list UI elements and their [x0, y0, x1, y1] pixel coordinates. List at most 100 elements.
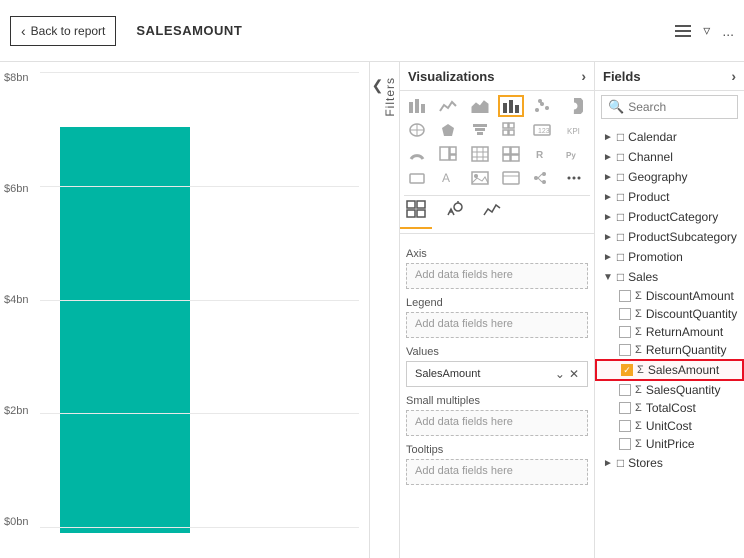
viz-line-icon[interactable]	[435, 95, 461, 117]
hamburger-menu-icon[interactable]	[675, 25, 691, 37]
field-group-header-geography[interactable]: ► □ Geography	[595, 167, 744, 187]
product-category-label: ProductCategory	[628, 210, 718, 224]
field-item-return-quantity[interactable]: Σ ReturnQuantity	[595, 341, 744, 359]
field-item-unit-price[interactable]: Σ UnitPrice	[595, 435, 744, 453]
channel-expand-icon: ►	[603, 152, 613, 163]
viz-panel-title: Visualizations	[408, 69, 494, 84]
viz-card-icon[interactable]: 123	[529, 119, 555, 141]
viz-decomp-icon[interactable]	[529, 167, 555, 189]
tab-analytics[interactable]	[476, 198, 508, 229]
y-label-6bn: $6bn	[4, 183, 28, 195]
return-amount-checkbox[interactable]	[619, 326, 631, 338]
more-options-icon[interactable]: ...	[722, 23, 734, 39]
viz-stacked-bar-icon[interactable]	[404, 95, 430, 117]
field-group-header-sales[interactable]: ▼ □ Sales	[595, 267, 744, 287]
bar-container	[40, 72, 190, 533]
svg-text:R: R	[536, 150, 544, 161]
back-label: Back to report	[31, 24, 106, 38]
viz-pie-icon[interactable]	[561, 95, 587, 117]
return-quantity-checkbox[interactable]	[619, 344, 631, 356]
unit-price-checkbox[interactable]	[619, 438, 631, 450]
viz-treemap-icon[interactable]	[435, 143, 461, 165]
legend-dropzone[interactable]: Add data fields here	[406, 312, 588, 338]
total-cost-name: TotalCost	[646, 401, 696, 415]
field-item-unit-cost[interactable]: Σ UnitCost	[595, 417, 744, 435]
return-amount-name: ReturnAmount	[646, 325, 723, 339]
total-cost-checkbox[interactable]	[619, 402, 631, 414]
viz-more-icon[interactable]	[561, 167, 587, 189]
filters-panel: ❮ Filters	[370, 62, 400, 558]
field-group-header-stores[interactable]: ► □ Stores	[595, 453, 744, 473]
viz-area-icon[interactable]	[467, 95, 493, 117]
viz-gauge-icon[interactable]	[404, 143, 430, 165]
tooltips-dropzone[interactable]: Add data fields here	[406, 459, 588, 485]
small-multiples-label: Small multiples	[406, 395, 588, 407]
product-table-icon: □	[617, 190, 624, 204]
viz-scatter-icon[interactable]	[529, 95, 555, 117]
viz-r-icon[interactable]: R	[529, 143, 555, 165]
return-amount-sigma: Σ	[635, 326, 642, 338]
viz-matrix2-icon[interactable]	[498, 143, 524, 165]
promotion-table-icon: □	[617, 250, 624, 264]
unit-cost-checkbox[interactable]	[619, 420, 631, 432]
stores-label: Stores	[628, 456, 663, 470]
field-item-sales-amount[interactable]: ✓ Σ SalesAmount	[595, 359, 744, 381]
filters-expand-icon[interactable]: ❮	[372, 77, 384, 94]
viz-matrix-icon[interactable]	[498, 119, 524, 141]
viz-bar-icon[interactable]	[498, 95, 524, 117]
field-group-header-product-subcategory[interactable]: ► □ ProductSubcategory	[595, 227, 744, 247]
field-item-discount-quantity[interactable]: Σ DiscountQuantity	[595, 305, 744, 323]
fields-list: ► □ Calendar ► □ Channel ► □ Geography	[595, 123, 744, 558]
calendar-label: Calendar	[628, 130, 677, 144]
field-item-return-amount[interactable]: Σ ReturnAmount	[595, 323, 744, 341]
filter-icon[interactable]: ▿	[703, 22, 710, 39]
viz-build-area: Axis Add data fields here Legend Add dat…	[400, 242, 594, 558]
back-to-report-button[interactable]: ‹ Back to report	[10, 16, 116, 46]
viz-table-icon[interactable]	[467, 143, 493, 165]
svg-text:KPI: KPI	[567, 127, 580, 136]
field-item-discount-amount[interactable]: Σ DiscountAmount	[595, 287, 744, 305]
field-item-sales-quantity[interactable]: Σ SalesQuantity	[595, 381, 744, 399]
sales-expand-icon: ▼	[603, 272, 613, 283]
field-group-header-promotion[interactable]: ► □ Promotion	[595, 247, 744, 267]
tab-format[interactable]	[438, 198, 470, 229]
y-label-0bn: $0bn	[4, 516, 28, 528]
values-clear[interactable]: ⌄ ✕	[555, 367, 579, 381]
viz-filled-map-icon[interactable]	[435, 119, 461, 141]
small-multiples-dropzone[interactable]: Add data fields here	[406, 410, 588, 436]
field-group-header-product-category[interactable]: ► □ ProductCategory	[595, 207, 744, 227]
viz-python-icon[interactable]: Py	[561, 143, 587, 165]
geography-table-icon: □	[617, 170, 624, 184]
tooltips-section: Tooltips Add data fields here	[406, 444, 588, 485]
filters-label: Filters	[383, 77, 397, 117]
field-item-total-cost[interactable]: Σ TotalCost	[595, 399, 744, 417]
toolbar-right: ▿ ...	[675, 22, 734, 39]
tooltips-label: Tooltips	[406, 444, 588, 456]
sales-quantity-checkbox[interactable]	[619, 384, 631, 396]
viz-funnel-icon[interactable]	[467, 119, 493, 141]
viz-text-icon[interactable]: A	[435, 167, 461, 189]
product-label: Product	[628, 190, 669, 204]
axis-dropzone[interactable]: Add data fields here	[406, 263, 588, 289]
discount-amount-checkbox[interactable]	[619, 290, 631, 302]
sales-amount-checkbox[interactable]: ✓	[621, 364, 633, 376]
field-title: SALESAMOUNT	[136, 23, 242, 38]
viz-panel-expand-icon[interactable]: ›	[581, 68, 586, 84]
discount-quantity-checkbox[interactable]	[619, 308, 631, 320]
product-subcategory-table-icon: □	[617, 230, 624, 244]
values-dropzone[interactable]: SalesAmount ⌄ ✕	[406, 361, 588, 387]
tab-fields[interactable]	[400, 198, 432, 229]
viz-web-icon[interactable]	[498, 167, 524, 189]
discount-amount-name: DiscountAmount	[646, 289, 734, 303]
viz-kpi-icon[interactable]: KPI	[561, 119, 587, 141]
search-input[interactable]	[628, 100, 731, 114]
viz-map-icon[interactable]	[404, 119, 430, 141]
field-group-header-calendar[interactable]: ► □ Calendar	[595, 127, 744, 147]
field-group-header-channel[interactable]: ► □ Channel	[595, 147, 744, 167]
fields-panel-expand-icon[interactable]: ›	[731, 68, 736, 84]
values-label: Values	[406, 346, 588, 358]
field-group-header-product[interactable]: ► □ Product	[595, 187, 744, 207]
viz-image-icon[interactable]	[467, 167, 493, 189]
search-box: 🔍	[601, 95, 738, 119]
viz-shape-icon[interactable]	[404, 167, 430, 189]
